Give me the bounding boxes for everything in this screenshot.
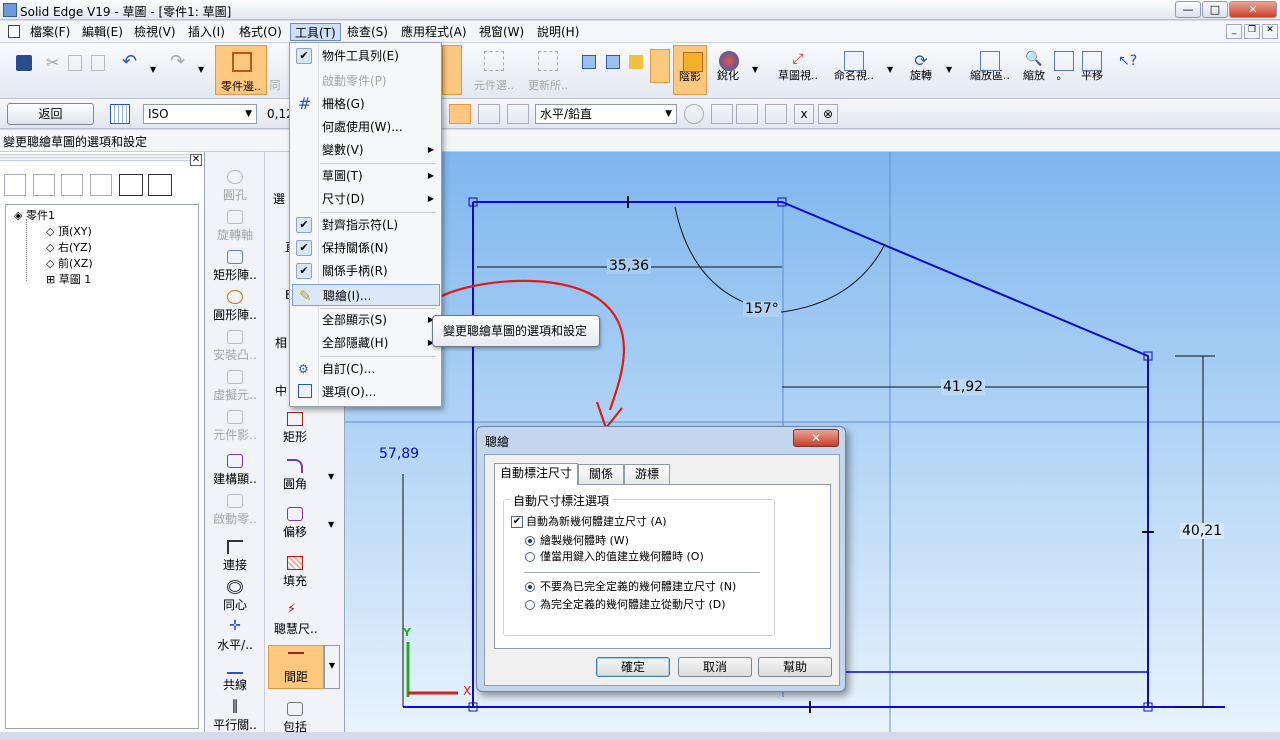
menu-item-maintain-relationships[interactable]: ✔ 保持關係(N) (292, 237, 440, 259)
menu-item-where-used[interactable]: 何處使用(W)... (292, 116, 440, 138)
radio-while-drawing[interactable]: 繪製幾何體時 (W) (524, 533, 629, 549)
tab-cursor[interactable]: 游標 (624, 464, 670, 485)
check-icon: ✔ (296, 263, 312, 279)
grid-icon: # (298, 94, 312, 113)
dialog-title: 聰繪 (485, 435, 510, 449)
menu-item-activate-part[interactable]: 啟動零件(P) (292, 70, 440, 92)
radio-unselected (525, 600, 535, 610)
customize-icon: ⚙ (298, 362, 309, 376)
intellisketch-dialog: 聰繪 ✕ 自動標注尺寸 關係 游標 自動尺寸標注選項 ✔ 自動為新幾何體建立尺寸 … (476, 426, 846, 692)
checkbox-checked: ✔ (511, 516, 523, 528)
menu-item-variables[interactable]: 變數(V) ▶ (292, 139, 440, 161)
tab-panel: 自動尺寸標注選項 ✔ 自動為新幾何體建立尺寸 (A) 繪製幾何體時 (W) 僅當用… (494, 484, 831, 649)
check-icon: ✔ (296, 240, 312, 256)
menu-separator (320, 212, 436, 213)
tools-menu: ✔ 物件工具列(E) 啟動零件(P) # 柵格(G) 何處使用(W)... 變數(V… (289, 42, 442, 407)
menu-item-grid[interactable]: # 柵格(G) (292, 93, 440, 115)
help-button[interactable]: 幫助 (758, 657, 832, 677)
dialog-body: 自動標注尺寸 關係 游標 自動尺寸標注選項 ✔ 自動為新幾何體建立尺寸 (A) 繪… (484, 454, 840, 686)
submenu-arrow-icon: ▶ (427, 145, 434, 154)
menu-item-dimension[interactable]: 尺寸(D) ▶ (292, 188, 440, 210)
cancel-button[interactable]: 取消 (678, 657, 752, 677)
radio-driven-dimension[interactable]: 為完全定義的幾何體建立從動尺寸 (D) (524, 597, 726, 613)
check-icon: ✔ (296, 217, 312, 233)
radio-selected (525, 582, 535, 592)
menu-item-hide-all[interactable]: 全部隱藏(H) ▶ (292, 332, 440, 354)
radio-no-dimension-full[interactable]: 不要為已完全定義的幾何體建立尺寸 (N) (524, 579, 736, 595)
menu-item-sketch[interactable]: 草圖(T) ▶ (292, 165, 440, 187)
submenu-arrow-icon: ▶ (427, 194, 434, 203)
menu-item-show-all[interactable]: 全部顯示(S) ▶ (292, 309, 440, 331)
group-title: 自動尺寸標注選項 (510, 492, 613, 509)
menu-item-customize[interactable]: ⚙ 自訂(C)... (292, 358, 440, 380)
red-arrow (437, 279, 625, 431)
auto-dimension-checkbox[interactable]: ✔ 自動為新幾何體建立尺寸 (A) (510, 514, 667, 530)
menu-separator (320, 356, 436, 357)
ok-button[interactable]: 確定 (596, 657, 670, 677)
radio-keyed-values[interactable]: 僅當用鍵入的值建立幾何體時 (O) (524, 549, 704, 565)
menu-tooltip: 變更聰繪草圖的選項和設定 (432, 315, 600, 347)
check-icon: ✔ (296, 48, 312, 64)
menu-item-options[interactable]: 選項(O)... (292, 381, 440, 403)
menu-separator (320, 163, 436, 164)
menu-item-relationship-handles[interactable]: ✔ 關係手柄(R) (292, 260, 440, 282)
auto-dimension-group: 自動尺寸標注選項 ✔ 自動為新幾何體建立尺寸 (A) 繪製幾何體時 (W) 僅當用… (503, 492, 775, 636)
submenu-arrow-icon: ▶ (427, 171, 434, 180)
radio-unselected (525, 552, 535, 562)
tab-auto-dimension[interactable]: 自動標注尺寸 (494, 463, 578, 485)
menu-item-object-toolbar[interactable]: ✔ 物件工具列(E) (292, 45, 440, 67)
radio-selected (525, 536, 535, 546)
dialog-close-button[interactable]: ✕ (793, 429, 839, 447)
menu-item-alignment-indicator[interactable]: ✔ 對齊指示符(L) (292, 214, 440, 236)
options-icon (298, 384, 312, 398)
tab-relationships[interactable]: 關係 (578, 464, 624, 485)
group-divider (524, 572, 760, 573)
pencil-icon: ✎ (299, 287, 312, 305)
menu-item-intellisketch[interactable]: ✎ 聰繪(I)... (292, 284, 440, 306)
